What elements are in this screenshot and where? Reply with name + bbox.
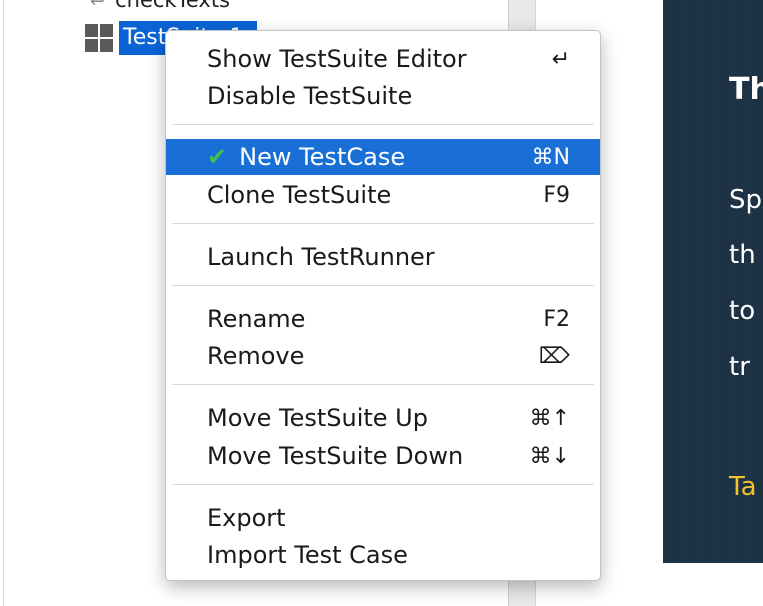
tree-item-previous-label: checkTexts	[115, 0, 230, 12]
menu-item-move-up[interactable]: Move TestSuite Up ⌘↑	[166, 400, 600, 436]
menu-separator	[172, 285, 594, 286]
card-text-line: Sp	[729, 185, 763, 215]
menu-separator	[172, 124, 594, 125]
card-link[interactable]: Ta	[729, 472, 757, 502]
card-text-line: tr	[729, 352, 750, 382]
menu-item-remove[interactable]: Remove ⌦	[166, 338, 600, 374]
menu-item-label: Remove	[207, 342, 305, 370]
testsuite-grid-icon	[85, 24, 113, 52]
menu-item-label: Rename	[207, 305, 306, 333]
menu-item-label: Move TestSuite Up	[207, 404, 428, 432]
menu-separator	[172, 484, 594, 485]
card-text-line: to	[729, 296, 756, 326]
menu-item-label: Show TestSuite Editor	[207, 45, 467, 73]
menu-item-export[interactable]: Export	[166, 500, 600, 536]
menu-item-label: Move TestSuite Down	[207, 442, 464, 470]
menu-item-shortcut: F9	[543, 182, 570, 208]
menu-item-shortcut: ⌘↑	[529, 405, 570, 431]
menu-item-show-editor[interactable]: Show TestSuite Editor ↵	[166, 41, 600, 77]
menu-item-shortcut: ⌘N	[531, 144, 570, 170]
menu-item-label: Disable TestSuite	[207, 82, 413, 110]
checkmark-icon: ✔	[207, 143, 228, 171]
menu-item-import-test-case[interactable]: Import Test Case	[166, 537, 600, 573]
menu-item-label: Launch TestRunner	[207, 243, 435, 271]
menu-item-new-testcase[interactable]: ✔ New TestCase ⌘N	[166, 139, 600, 175]
panel-border	[3, 0, 4, 606]
menu-item-clone-testsuite[interactable]: Clone TestSuite F9	[166, 177, 600, 213]
menu-item-rename[interactable]: Rename F2	[166, 301, 600, 337]
menu-item-move-down[interactable]: Move TestSuite Down ⌘↓	[166, 438, 600, 474]
card-title: Th	[729, 72, 763, 107]
menu-separator	[172, 223, 594, 224]
menu-item-shortcut: F2	[543, 306, 570, 332]
menu-item-disable-testsuite[interactable]: Disable TestSuite	[166, 78, 600, 114]
context-menu: Show TestSuite Editor ↵ Disable TestSuit…	[165, 30, 601, 581]
menu-separator	[172, 384, 594, 385]
return-key-icon: ↵	[551, 46, 570, 72]
info-card: Th Sp th to tr Ta	[663, 0, 763, 563]
menu-item-label: New TestCase	[239, 143, 406, 171]
card-text-line: th	[729, 240, 756, 270]
menu-item-label: Import Test Case	[207, 541, 408, 569]
menu-item-label: Clone TestSuite	[207, 181, 392, 209]
menu-item-label: Export	[207, 504, 286, 532]
menu-item-shortcut: ⌘↓	[529, 443, 570, 469]
delete-key-icon: ⌦	[538, 343, 570, 369]
menu-item-launch-testrunner[interactable]: Launch TestRunner	[166, 239, 600, 275]
step-arrow-icon: ↩	[90, 0, 106, 12]
tree-item-previous[interactable]: ↩ checkTexts	[90, 0, 230, 12]
